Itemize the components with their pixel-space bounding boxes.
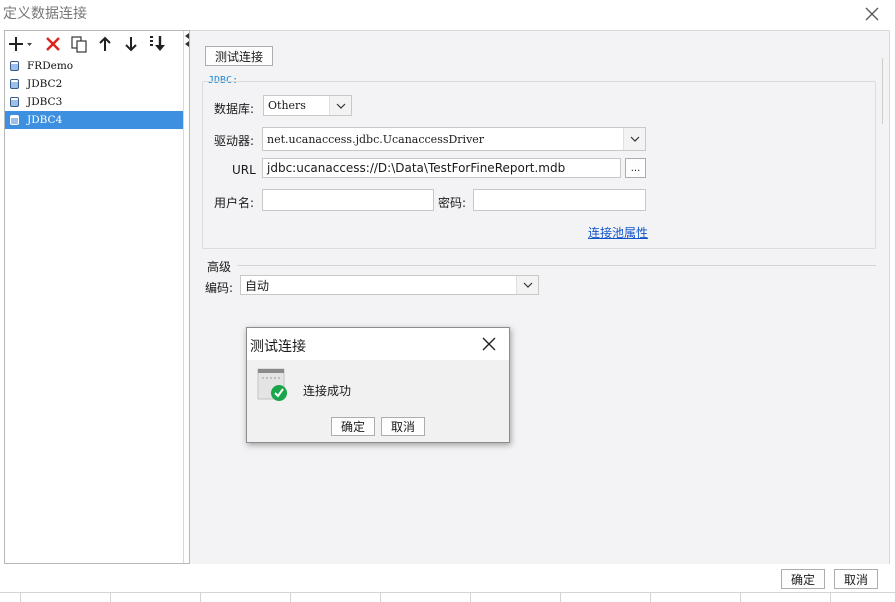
- settings-scrollbar[interactable]: [882, 58, 888, 124]
- success-icon: [257, 368, 287, 401]
- advanced-divider: [238, 265, 876, 266]
- copy-connection-button[interactable]: [68, 33, 90, 55]
- cancel-button[interactable]: 取消: [834, 569, 878, 589]
- connection-list-panel: FRDemo JDBC2 JDBC3 JDBC4: [4, 30, 190, 564]
- connection-label: FRDemo: [27, 60, 74, 72]
- add-connection-button[interactable]: [8, 33, 34, 55]
- collapse-left-icon: [185, 33, 189, 39]
- password-label: 密码:: [438, 196, 467, 210]
- url-value: jdbc:ucanaccess://D:\Data\TestForFineRep…: [267, 161, 566, 175]
- close-icon[interactable]: [481, 336, 497, 352]
- grid-line: [200, 593, 201, 602]
- delete-connection-button[interactable]: [42, 33, 64, 55]
- dialog-ok-button[interactable]: 确定: [331, 417, 375, 436]
- move-up-button[interactable]: [94, 33, 116, 55]
- grid-line: [830, 593, 831, 602]
- collapse-left-icon: [185, 41, 189, 47]
- grid-line: [290, 593, 291, 602]
- copy-icon: [71, 36, 87, 53]
- database-icon: [10, 61, 19, 71]
- connection-label: JDBC3: [27, 96, 63, 108]
- driver-select[interactable]: net.ucanaccess.jdbc.UcanaccessDriver: [262, 127, 646, 151]
- database-icon: [10, 97, 19, 107]
- grid-line: [740, 593, 741, 602]
- advanced-section-label: 高级: [207, 260, 232, 274]
- connection-toolbar: [5, 31, 189, 57]
- test-connection-dialog: 测试连接 连接成功 确定 取消: [246, 327, 510, 443]
- dialog-titlebar: 测试连接: [247, 328, 509, 360]
- window-titlebar: 定义数据连接: [0, 0, 895, 28]
- delete-icon: [46, 37, 60, 51]
- ok-button[interactable]: 确定: [781, 569, 825, 589]
- dialog-title: 测试连接: [250, 339, 306, 355]
- connection-item-jdbc3[interactable]: JDBC3: [5, 93, 183, 111]
- grid-line: [380, 593, 381, 602]
- url-field[interactable]: jdbc:ucanaccess://D:\Data\TestForFineRep…: [262, 158, 621, 178]
- connection-item-jdbc2[interactable]: JDBC2: [5, 75, 183, 93]
- encoding-label: 编码:: [205, 281, 234, 295]
- url-label: URL: [232, 163, 256, 177]
- connection-label: JDBC4: [27, 114, 63, 126]
- database-icon: [10, 115, 19, 125]
- driver-label: 驱动器:: [214, 134, 255, 148]
- grid-line: [20, 593, 21, 602]
- username-label: 用户名:: [214, 196, 255, 210]
- close-icon[interactable]: [863, 5, 881, 23]
- database-label: 数据库:: [214, 102, 255, 116]
- plus-icon: [9, 37, 32, 51]
- connection-item-frdemo[interactable]: FRDemo: [5, 57, 183, 75]
- move-bottom-icon: [150, 36, 165, 51]
- database-select[interactable]: Others: [263, 95, 352, 116]
- grid-line: [560, 593, 561, 602]
- connection-pool-link[interactable]: 连接池属性: [588, 224, 648, 241]
- move-bottom-button[interactable]: [146, 33, 168, 55]
- dialog-message: 连接成功: [303, 384, 352, 398]
- panel-collapse-handle[interactable]: [183, 31, 189, 563]
- chevron-down-icon: [623, 128, 645, 150]
- move-down-button[interactable]: [120, 33, 142, 55]
- password-field[interactable]: [473, 189, 646, 211]
- database-value: Others: [268, 99, 306, 112]
- test-connection-button[interactable]: 测试连接: [205, 46, 273, 66]
- database-icon: [10, 79, 19, 89]
- username-field[interactable]: [262, 189, 434, 211]
- arrow-up-icon: [99, 36, 111, 51]
- grid-line: [470, 593, 471, 602]
- connection-item-jdbc4[interactable]: JDBC4: [5, 111, 183, 129]
- driver-value: net.ucanaccess.jdbc.UcanaccessDriver: [267, 132, 485, 146]
- dropdown-caret-icon: [27, 43, 32, 46]
- chevron-down-icon: [329, 96, 351, 115]
- background-sheet-grid: [0, 592, 895, 602]
- connection-label: JDBC2: [27, 78, 63, 90]
- chevron-down-icon: [516, 276, 538, 294]
- url-browse-button[interactable]: ...: [625, 158, 646, 178]
- arrow-down-icon: [125, 37, 137, 52]
- grid-line: [110, 593, 111, 602]
- dialog-cancel-button[interactable]: 取消: [381, 417, 425, 436]
- grid-line: [650, 593, 651, 602]
- encoding-value: 自动: [245, 278, 270, 293]
- connection-list: FRDemo JDBC2 JDBC3 JDBC4: [5, 57, 183, 129]
- encoding-select[interactable]: 自动: [240, 275, 539, 295]
- window-title: 定义数据连接: [3, 6, 87, 22]
- dialog-body: 连接成功 确定 取消: [247, 360, 509, 442]
